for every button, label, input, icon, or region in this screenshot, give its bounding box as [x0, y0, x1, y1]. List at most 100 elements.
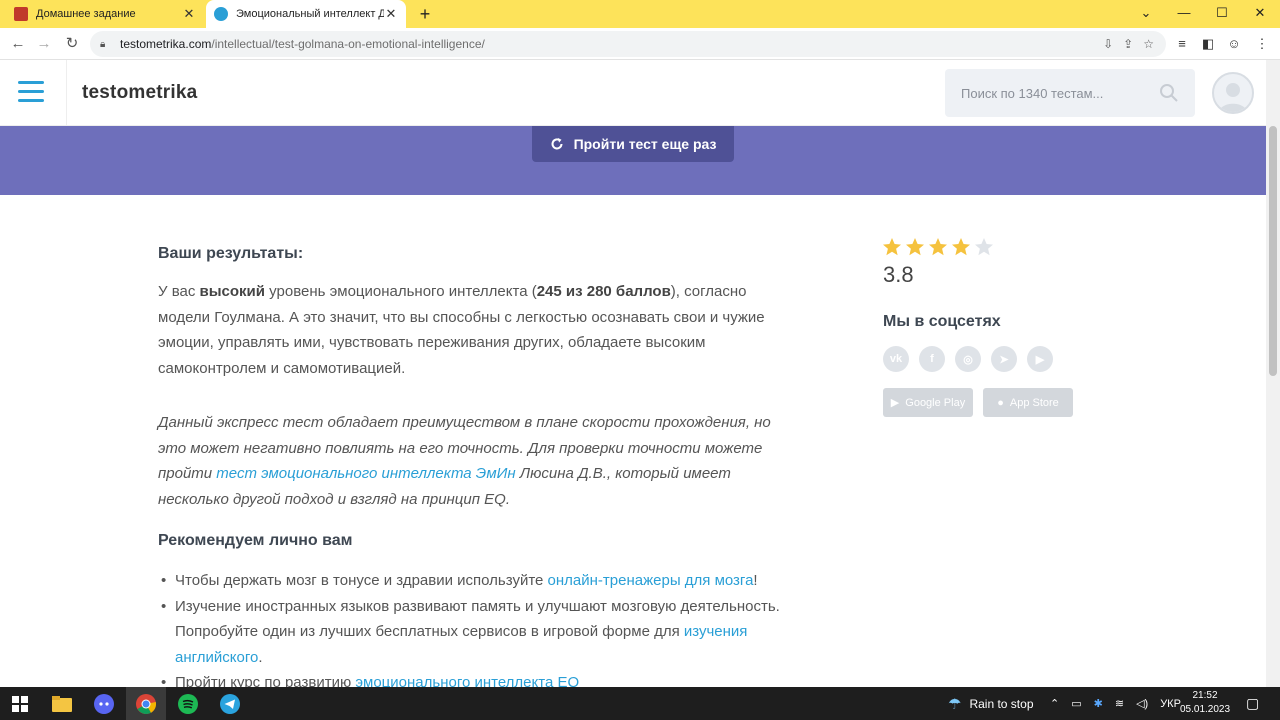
side-panel-icon[interactable]: ◧	[1198, 34, 1218, 54]
vk-icon[interactable]: vk	[883, 346, 909, 372]
folder-icon	[52, 695, 72, 712]
close-tab-icon[interactable]: ✕	[384, 6, 398, 22]
page-scrollbar[interactable]	[1266, 60, 1280, 687]
url-input[interactable]: 🔒︎ testometrika.com/intellectual/test-go…	[90, 31, 1166, 57]
url-path: /intellectual/test-golmana-on-emotional-…	[211, 37, 485, 51]
tab-title: Эмоциональный интеллект Дэн	[236, 8, 384, 20]
brain-trainers-link[interactable]: онлайн-тренажеры для мозга	[548, 572, 754, 589]
spotify-icon	[178, 693, 198, 714]
wifi-icon[interactable]: ≋	[1115, 697, 1124, 710]
user-avatar[interactable]	[1212, 72, 1254, 114]
chevron-up-icon[interactable]: ⌃	[1050, 697, 1059, 710]
tab-emotional-intelligence[interactable]: Эмоциональный интеллект Дэн ✕	[206, 0, 406, 28]
star-filled-icon[interactable]	[928, 237, 948, 257]
reload-button[interactable]: ↻	[60, 32, 84, 56]
discord-button[interactable]	[84, 687, 124, 720]
result-banner: Пройти тест еще раз	[0, 126, 1266, 195]
site-logo[interactable]: testometrika	[82, 82, 197, 104]
app-store-button[interactable]: ● App Store	[983, 388, 1073, 417]
address-bar-row: ← → ↻ 🔒︎ testometrika.com/intellectual/t…	[0, 28, 1280, 60]
forward-button[interactable]: →	[32, 32, 56, 56]
bluetooth-icon[interactable]: ✱	[1094, 697, 1103, 710]
clock-date: 05.01.2023	[1180, 704, 1231, 715]
results-heading: Ваши результаты:	[158, 245, 304, 262]
site-search	[945, 69, 1195, 117]
instagram-icon[interactable]: ◎	[955, 346, 981, 372]
social-heading: Мы в соцсетях	[883, 313, 1001, 330]
close-window-button[interactable]: ✕	[1240, 0, 1280, 28]
tab-search-icon[interactable]: ⌄	[1126, 0, 1166, 28]
user-icon	[1219, 83, 1247, 112]
recommend-list: Чтобы держать мозг в тонусе и здравии ис…	[161, 568, 795, 696]
close-tab-icon[interactable]: ✕	[182, 6, 196, 22]
url-host: testometrika.com	[120, 37, 212, 51]
header-divider	[66, 60, 67, 126]
chrome-button[interactable]	[126, 687, 166, 720]
profile-icon[interactable]: ☺	[1224, 34, 1244, 54]
tab-title: Домашнее задание	[36, 8, 136, 20]
social-links: vk f ◎ ➤ ▶	[883, 346, 1053, 372]
search-icon[interactable]	[1159, 83, 1179, 103]
new-tab-button[interactable]: +	[414, 3, 436, 25]
youtube-icon[interactable]: ▶	[1027, 346, 1053, 372]
retry-test-button[interactable]: Пройти тест еще раз	[532, 126, 734, 162]
telegram-button[interactable]	[210, 687, 250, 720]
start-button[interactable]	[0, 687, 40, 720]
google-play-button[interactable]: ▶ Google Play	[883, 388, 973, 417]
hamburger-menu-icon[interactable]	[18, 81, 44, 103]
star-filled-icon[interactable]	[882, 237, 902, 257]
language-indicator[interactable]: УКР	[1160, 698, 1181, 710]
rating-stars[interactable]	[882, 237, 994, 257]
scrollbar-thumb[interactable]	[1269, 126, 1277, 376]
tab-homework[interactable]: Домашнее задание ✕	[6, 0, 204, 28]
refresh-icon	[551, 138, 563, 150]
windows-taskbar: ☂ Rain to stop ⌃ ▭ ✱ ≋ ◁) УКР 21:52 05.0…	[0, 687, 1280, 720]
recommend-heading: Рекомендуем лично вам	[158, 532, 353, 549]
result-score: 245 из 280 баллов	[536, 283, 671, 300]
tab-favicon-icon	[214, 7, 228, 21]
volume-icon[interactable]: ◁)	[1136, 697, 1148, 710]
list-item: Изучение иностранных языков развивают па…	[161, 594, 795, 671]
spotify-button[interactable]	[168, 687, 208, 720]
battery-icon[interactable]: ▭	[1071, 697, 1081, 710]
menu-icon[interactable]: ⋮	[1252, 34, 1272, 54]
facebook-icon[interactable]: f	[919, 346, 945, 372]
tab-favicon-icon	[14, 7, 28, 21]
weather-widget[interactable]: ☂ Rain to stop	[948, 687, 1034, 720]
apple-icon: ●	[997, 396, 1004, 409]
install-app-icon[interactable]: ⇩	[1103, 37, 1113, 51]
emin-test-link[interactable]: тест эмоционального интеллекта ЭмИн	[216, 465, 515, 482]
star-filled-icon[interactable]	[951, 237, 971, 257]
file-explorer-button[interactable]	[42, 687, 82, 720]
lock-icon: 🔒︎	[100, 38, 106, 50]
share-icon[interactable]: ⇪	[1123, 37, 1133, 51]
telegram-icon[interactable]: ➤	[991, 346, 1017, 372]
discord-icon	[94, 693, 114, 714]
google-play-label: Google Play	[905, 396, 966, 409]
chrome-icon	[136, 693, 156, 714]
star-empty-icon[interactable]	[974, 237, 994, 257]
weather-text: Rain to stop	[969, 696, 1034, 711]
maximize-button[interactable]: ☐	[1202, 0, 1242, 28]
rating-value: 3.8	[883, 262, 914, 287]
system-tray: ⌃ ▭ ✱ ≋ ◁) УКР	[1050, 687, 1181, 720]
back-button[interactable]: ←	[6, 32, 30, 56]
windows-icon	[12, 695, 28, 712]
site-header: testometrika	[0, 60, 1266, 126]
minimize-button[interactable]: —	[1164, 0, 1204, 28]
google-play-icon: ▶	[890, 397, 900, 409]
star-filled-icon[interactable]	[905, 237, 925, 257]
clock-time: 21:52	[1192, 690, 1218, 701]
reading-list-icon[interactable]: ≡	[1172, 34, 1192, 54]
taskbar-clock[interactable]: 21:52 05.01.2023	[1180, 689, 1230, 717]
telegram-app-icon	[220, 693, 240, 714]
accuracy-note: Данный экспресс тест обладает преимущест…	[158, 414, 771, 508]
browser-tab-bar: Домашнее задание ✕ Эмоциональный интелле…	[0, 0, 1280, 28]
list-item: Чтобы держать мозг в тонусе и здравии ис…	[161, 568, 795, 594]
search-input[interactable]	[961, 85, 1159, 101]
result-paragraph: У вас высокий уровень эмоционального инт…	[158, 283, 765, 377]
notifications-icon[interactable]: ▢	[1246, 687, 1259, 720]
bookmark-star-icon[interactable]: ☆	[1143, 37, 1154, 51]
retry-button-label: Пройти тест еще раз	[573, 136, 717, 152]
rain-cloud-icon: ☂	[948, 695, 962, 713]
